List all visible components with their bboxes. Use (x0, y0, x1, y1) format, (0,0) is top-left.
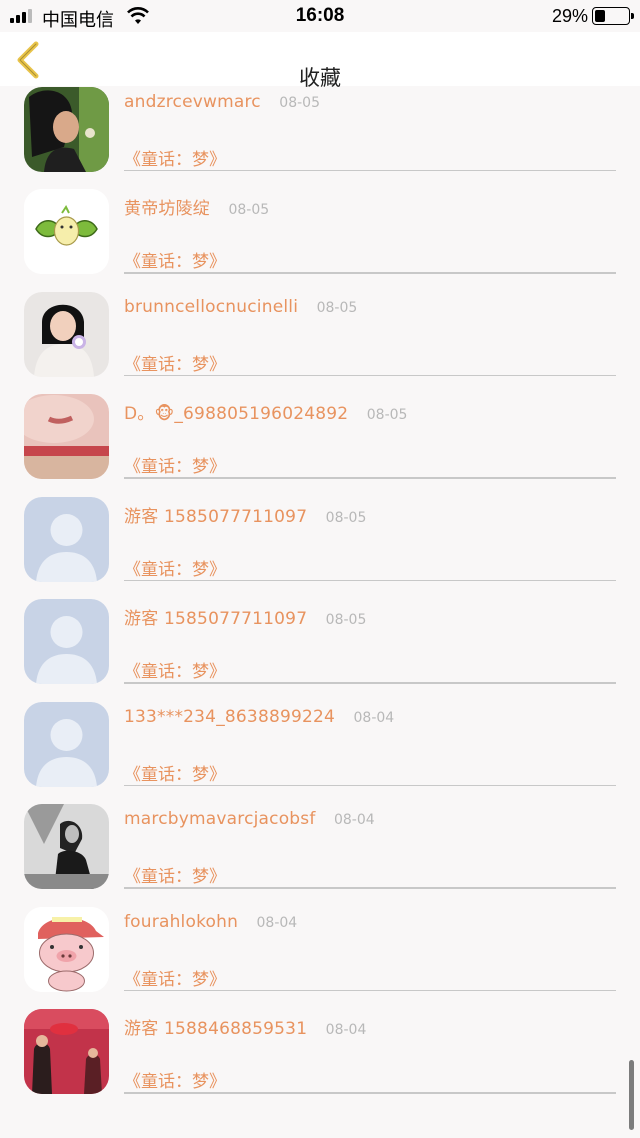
date: 08-05 (366, 407, 408, 423)
closeup-photo-image (24, 394, 109, 479)
status-bar: 中国电信 16:08 29% (0, 0, 640, 32)
avatar[interactable] (24, 701, 109, 787)
date: 08-04 (333, 812, 375, 828)
date: 08-04 (353, 709, 395, 726)
woman-photo-image (24, 86, 109, 172)
avatar[interactable] (24, 394, 109, 479)
list-item[interactable]: marcbymavarcjacobsf 08-04 《童话：梦》 (0, 776, 640, 889)
name-row: marcbymavarcjacobsf 08-04 (124, 809, 375, 829)
battery-percent: 29% (551, 6, 588, 26)
avatar[interactable] (24, 496, 109, 582)
list-item[interactable]: brunncellocnucinelli 08-05 《童话：梦》 (0, 264, 640, 377)
avatar[interactable] (24, 291, 109, 377)
username[interactable]: andzrcevwmarc (124, 92, 261, 112)
bird-leaves-image (24, 189, 109, 274)
list-item[interactable]: 黄帝坊陵绽 08-05 《童话：梦》 (0, 161, 640, 274)
avatar[interactable] (24, 906, 109, 992)
username[interactable]: 133***234_8638899224 (124, 707, 335, 727)
list-item[interactable]: 游客 1585077711097 08-05 《童话：梦》 (0, 571, 640, 684)
username[interactable]: 游客 1585077711097 (124, 609, 307, 629)
battery-icon (592, 7, 634, 25)
avatar[interactable] (24, 1009, 109, 1094)
default-user-image (24, 701, 109, 787)
favorites-list[interactable]: 《童话：梦》 andzrcevwmarc 08-05 《童话：梦》 黄帝坊陵绽 … (0, 86, 640, 1138)
list-item[interactable]: andzrcevwmarc 08-05 《童话：梦》 (0, 86, 640, 172)
username[interactable]: D。🐵_698805196024892 (124, 404, 348, 424)
favorite-title[interactable]: 《童话：梦》 (124, 1067, 226, 1092)
list-item[interactable]: 游客 1588468859531 08-04 《童话：梦》 (0, 981, 640, 1094)
list-item[interactable]: fourahlokohn 08-04 《童话：梦》 (0, 879, 640, 992)
username[interactable]: 黄帝坊陵绽 (124, 199, 210, 219)
name-row: 游客 1585077711097 08-05 (124, 604, 366, 629)
date: 08-05 (325, 612, 367, 628)
list-item[interactable]: 游客 1585077711097 08-05 《童话：梦》 (0, 469, 640, 582)
username[interactable]: 游客 1585077711097 (124, 507, 307, 527)
list-item[interactable]: D。🐵_698805196024892 08-05 《童话：梦》 (0, 366, 640, 479)
date: 08-05 (316, 299, 358, 316)
pig-cartoon-image (24, 906, 109, 992)
name-row: fourahlokohn 08-04 (124, 912, 297, 932)
clock: 16:08 (295, 5, 345, 26)
date: 08-05 (228, 202, 270, 218)
default-user-image (24, 599, 109, 684)
avatar[interactable] (24, 599, 109, 684)
date: 08-05 (279, 94, 320, 111)
navigation-bar: 收藏 (0, 32, 640, 90)
name-row: 游客 1585077711097 08-05 (124, 502, 366, 527)
name-row: D。🐵_698805196024892 08-05 (124, 399, 407, 424)
name-row: brunncellocnucinelli 08-05 (124, 297, 357, 317)
name-row: andzrcevwmarc 08-05 (124, 92, 320, 112)
battery-level (595, 10, 606, 22)
username[interactable]: marcbymavarcjacobsf (124, 809, 316, 829)
default-user-image (24, 496, 109, 582)
username[interactable]: brunncellocnucinelli (124, 297, 298, 317)
name-row: 游客 1588468859531 08-04 (124, 1014, 366, 1039)
username[interactable]: fourahlokohn (124, 912, 238, 932)
date: 08-05 (325, 509, 367, 526)
red-photo-image (24, 1009, 109, 1094)
scroll-indicator[interactable] (629, 1060, 634, 1130)
child-photo-image (24, 291, 109, 377)
date: 08-04 (256, 914, 298, 931)
bw-photo-image (24, 804, 109, 889)
name-row: 133***234_8638899224 08-04 (124, 707, 394, 727)
avatar[interactable] (24, 86, 109, 172)
list-item[interactable]: 133***234_8638899224 08-04 《童话：梦》 (0, 674, 640, 787)
avatar[interactable] (24, 804, 109, 889)
favorites-list-inner: 《童话：梦》 andzrcevwmarc 08-05 《童话：梦》 黄帝坊陵绽 … (0, 86, 640, 1094)
divider (124, 1092, 616, 1094)
avatar[interactable] (24, 189, 109, 274)
date: 08-04 (325, 1022, 367, 1038)
username[interactable]: 游客 1588468859531 (124, 1019, 307, 1039)
name-row: 黄帝坊陵绽 08-05 (124, 194, 269, 219)
